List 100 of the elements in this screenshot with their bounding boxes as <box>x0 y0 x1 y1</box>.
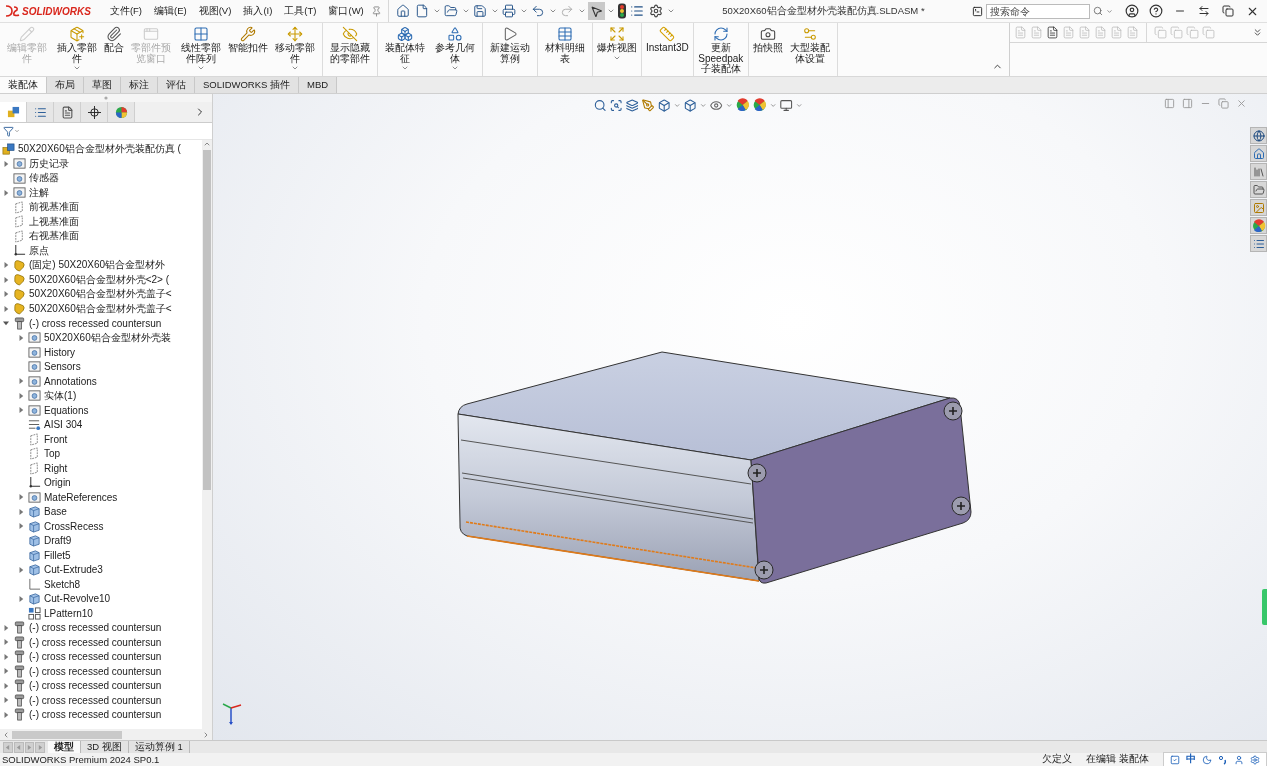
expand-arrow-icon[interactable] <box>18 334 24 341</box>
eye-icon[interactable] <box>709 98 723 112</box>
tree-item[interactable]: Sketch8 <box>44 578 81 590</box>
caret-icon[interactable] <box>1106 7 1113 15</box>
command-button[interactable]: 配合 <box>102 25 126 55</box>
caret-icon[interactable] <box>401 64 409 72</box>
filter-icon[interactable] <box>3 125 14 137</box>
command-button[interactable]: 材料明细表 <box>540 25 590 65</box>
expand-arrow-icon[interactable] <box>18 595 24 602</box>
pen-icon[interactable] <box>641 98 655 112</box>
expand-arrow-icon[interactable] <box>18 566 24 573</box>
search-field[interactable]: 搜索命令 <box>986 3 1090 19</box>
tile-left-icon[interactable] <box>1164 98 1175 109</box>
command-button[interactable]: Instant3D <box>644 25 691 55</box>
caret-icon[interactable] <box>451 64 459 72</box>
tree-item[interactable]: Cut-Extrude3 <box>44 564 103 576</box>
tree-item[interactable]: 50X20X60铝合金型材外壳装 <box>44 330 171 345</box>
tree-item[interactable]: History <box>44 346 76 358</box>
pin-icon[interactable] <box>370 5 382 17</box>
tree-item[interactable]: 50X20X60铝合金型材外壳盖子< <box>29 301 172 316</box>
nav-arrow-icon[interactable] <box>35 741 45 753</box>
menu-item[interactable]: 窗口(W) <box>323 2 369 20</box>
scroll-up-icon[interactable] <box>203 140 211 148</box>
command-button[interactable]: 插入零部件 <box>52 25 102 73</box>
caret-icon[interactable] <box>666 7 675 15</box>
menu-item[interactable]: 工具(T) <box>279 2 322 20</box>
tree-item[interactable]: Annotations <box>44 375 97 387</box>
expand-arrow-icon[interactable] <box>3 653 9 660</box>
library-icon[interactable] <box>1252 165 1265 178</box>
caret-icon[interactable] <box>461 7 470 15</box>
tree-item[interactable]: Draft9 <box>44 535 72 547</box>
command-button[interactable]: 更新Speedpak子装配体 <box>695 25 746 76</box>
tree-item[interactable]: Top <box>44 448 61 460</box>
command-button[interactable]: 线性零部件阵列 <box>176 25 226 73</box>
caret-icon[interactable] <box>548 7 557 15</box>
expand-arrow-icon[interactable] <box>18 378 24 385</box>
nav-arrow-icon[interactable] <box>13 741 24 753</box>
nav-arrow-icon[interactable] <box>24 741 35 753</box>
ribbon-tab[interactable]: 标注 <box>121 77 158 93</box>
appearance-icon[interactable] <box>1251 218 1266 233</box>
expand-arrow-icon[interactable] <box>3 262 9 269</box>
expand-arrow-icon[interactable] <box>3 639 9 646</box>
tree-item[interactable]: 实体(1) <box>44 388 77 403</box>
ribbon-tab[interactable]: 装配体 <box>0 77 47 93</box>
expand-arrow-icon[interactable] <box>3 711 9 718</box>
ribbon-tab[interactable]: MBD <box>299 77 338 93</box>
settings-icon[interactable] <box>649 4 664 18</box>
tree-item[interactable]: (-) cross recessed countersun <box>29 317 162 329</box>
expand-arrow-icon[interactable] <box>18 392 24 399</box>
caret-icon[interactable] <box>197 64 205 72</box>
expand-icon[interactable] <box>1252 27 1263 38</box>
tree-item[interactable]: Right <box>44 462 68 474</box>
panel-tab[interactable] <box>54 102 81 122</box>
expand-arrow-icon[interactable] <box>3 624 9 631</box>
tree-item[interactable]: (-) cross recessed countersun <box>29 636 162 648</box>
traffic-light-icon[interactable] <box>616 3 627 19</box>
command-button[interactable]: 智能扣件 <box>226 25 270 55</box>
expand-arrow-icon[interactable] <box>18 508 24 515</box>
menu-item[interactable]: 编辑(E) <box>149 2 192 20</box>
fit-width-icon[interactable] <box>1198 5 1210 17</box>
tree-item[interactable]: Base <box>44 506 67 518</box>
save-icon[interactable] <box>473 4 488 18</box>
menu-item[interactable]: 视图(V) <box>193 2 237 20</box>
command-button[interactable]: 参考几何体 <box>430 25 480 73</box>
print-icon[interactable] <box>502 4 517 18</box>
command-button[interactable]: 爆炸视图 <box>595 25 639 63</box>
tree-item[interactable]: MateReferences <box>44 491 118 503</box>
tree-item[interactable]: Cut-Revolve10 <box>44 593 111 605</box>
tree-item[interactable]: (-) cross recessed countersun <box>29 622 162 634</box>
tree-item[interactable]: 原点 <box>29 243 49 258</box>
restore-icon[interactable] <box>1222 5 1234 17</box>
scene-icon[interactable] <box>752 98 767 112</box>
tree-item[interactable]: 50X20X60铝合金型材外壳装配仿真 ( <box>18 142 181 157</box>
punctuation-icon[interactable] <box>1218 754 1228 765</box>
tree-item[interactable]: 注解 <box>29 185 49 200</box>
expand-arrow-icon[interactable] <box>3 160 9 167</box>
tree-item[interactable]: (固定) 50X20X60铝合金型材外 <box>29 258 166 273</box>
expand-arrow-icon[interactable] <box>3 276 9 283</box>
home-icon[interactable] <box>1252 147 1265 160</box>
expand-arrow-icon[interactable] <box>18 523 24 530</box>
menu-item[interactable]: 文件(F) <box>104 2 148 20</box>
bottom-tab[interactable]: 3D 视图 <box>81 741 129 753</box>
tree-item[interactable]: 前视基准面 <box>29 200 79 215</box>
user-icon[interactable] <box>1125 4 1139 18</box>
nav-arrow-icon[interactable] <box>3 741 13 753</box>
image-icon[interactable] <box>1252 201 1265 214</box>
panel-tab[interactable] <box>108 102 135 122</box>
zoom-icon[interactable] <box>593 98 607 112</box>
layers-icon[interactable] <box>625 98 639 112</box>
expand-arrow-icon[interactable] <box>3 305 9 312</box>
grip-icon[interactable] <box>104 96 108 100</box>
folder-icon[interactable] <box>1252 183 1265 196</box>
checkbox-icon[interactable] <box>1170 754 1180 765</box>
search-icon[interactable] <box>1093 6 1103 16</box>
caret-icon[interactable] <box>519 7 528 15</box>
new-file-icon[interactable] <box>415 4 430 18</box>
scrollbar[interactable] <box>202 140 212 729</box>
expand-arrow-icon[interactable] <box>3 189 9 196</box>
caret-icon[interactable] <box>73 64 81 72</box>
command-button[interactable]: 显示隐藏的零部件 <box>325 25 375 65</box>
